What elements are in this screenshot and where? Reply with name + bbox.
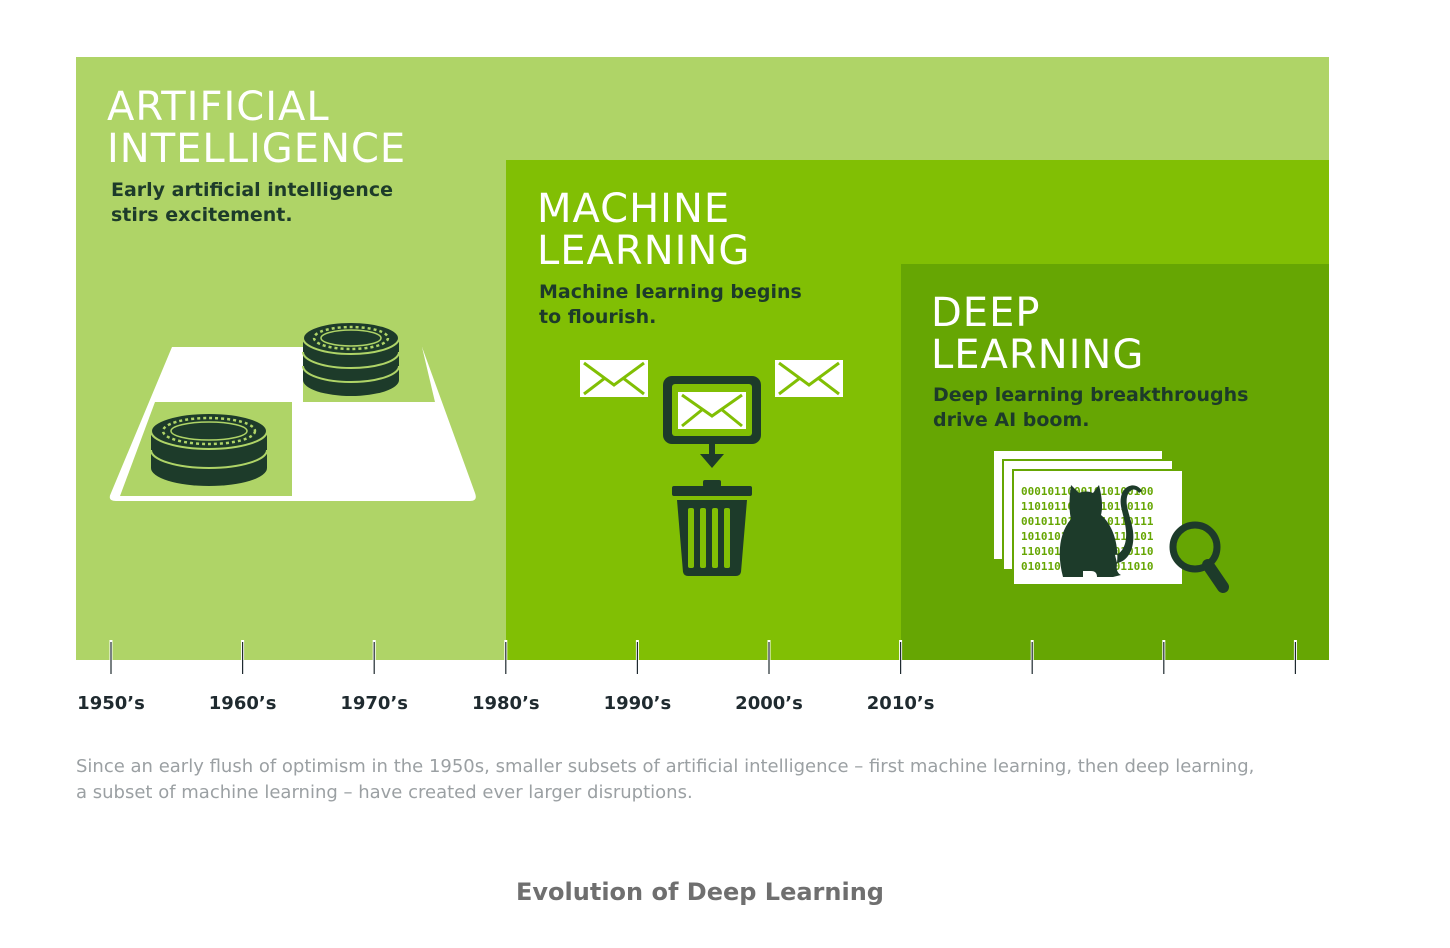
ai-description: Early artificial intelligence stirs exci… (111, 178, 393, 228)
cat-recognition-magnifier-icon: 0001011000101010010011010110100110110110… (992, 449, 1229, 593)
dl-desc-line2: drive AI boom. (933, 409, 1090, 431)
dl-title: DEEP LEARNING (931, 292, 1144, 376)
ml-desc-line1: Machine learning begins (539, 281, 802, 303)
ml-title-line2: LEARNING (537, 228, 751, 274)
ml-title: MACHINE LEARNING (537, 188, 750, 272)
ml-description: Machine learning begins to flourish. (539, 280, 802, 330)
checker-piece-bottom (150, 412, 268, 486)
timeline-decade-label: 1960’s (208, 693, 277, 714)
ai-title-line1: ARTIFICIAL (107, 84, 330, 130)
spam-filter-trash-icon (580, 360, 843, 576)
envelope-left-icon (580, 360, 648, 397)
timeline-decade-label: 2010’s (866, 693, 935, 714)
caption-text: Since an early flush of optimism in the … (76, 756, 1255, 803)
dl-title-line1: DEEP (931, 290, 1041, 336)
dl-desc-line1: Deep learning breakthroughs (933, 384, 1249, 406)
ai-title: ARTIFICIAL INTELLIGENCE (107, 86, 406, 170)
ml-desc-line2: to flourish. (539, 306, 657, 328)
dl-description: Deep learning breakthroughs drive AI boo… (933, 383, 1248, 433)
checker-piece-top (302, 321, 400, 396)
ai-desc-line2: stirs excitement. (111, 204, 293, 226)
trash-can-icon (672, 480, 752, 576)
timeline-decade-label: 1970’s (340, 693, 409, 714)
timeline-decade-label: 1980’s (471, 693, 540, 714)
envelope-right-icon (775, 360, 843, 397)
timeline-decade-label: 1950’s (77, 693, 145, 714)
figure-title: Evolution of Deep Learning (516, 878, 884, 906)
timeline-decade-label: 1990’s (603, 693, 672, 714)
ai-desc-line1: Early artificial intelligence (111, 179, 393, 201)
ml-title-line1: MACHINE (537, 186, 731, 232)
ai-title-line2: INTELLIGENCE (107, 126, 407, 172)
timeline-decade-label: 2000’s (735, 693, 803, 714)
dl-title-line2: LEARNING (931, 332, 1145, 378)
checkers-board-icon (109, 321, 476, 501)
monitor-envelope-icon (663, 376, 761, 468)
